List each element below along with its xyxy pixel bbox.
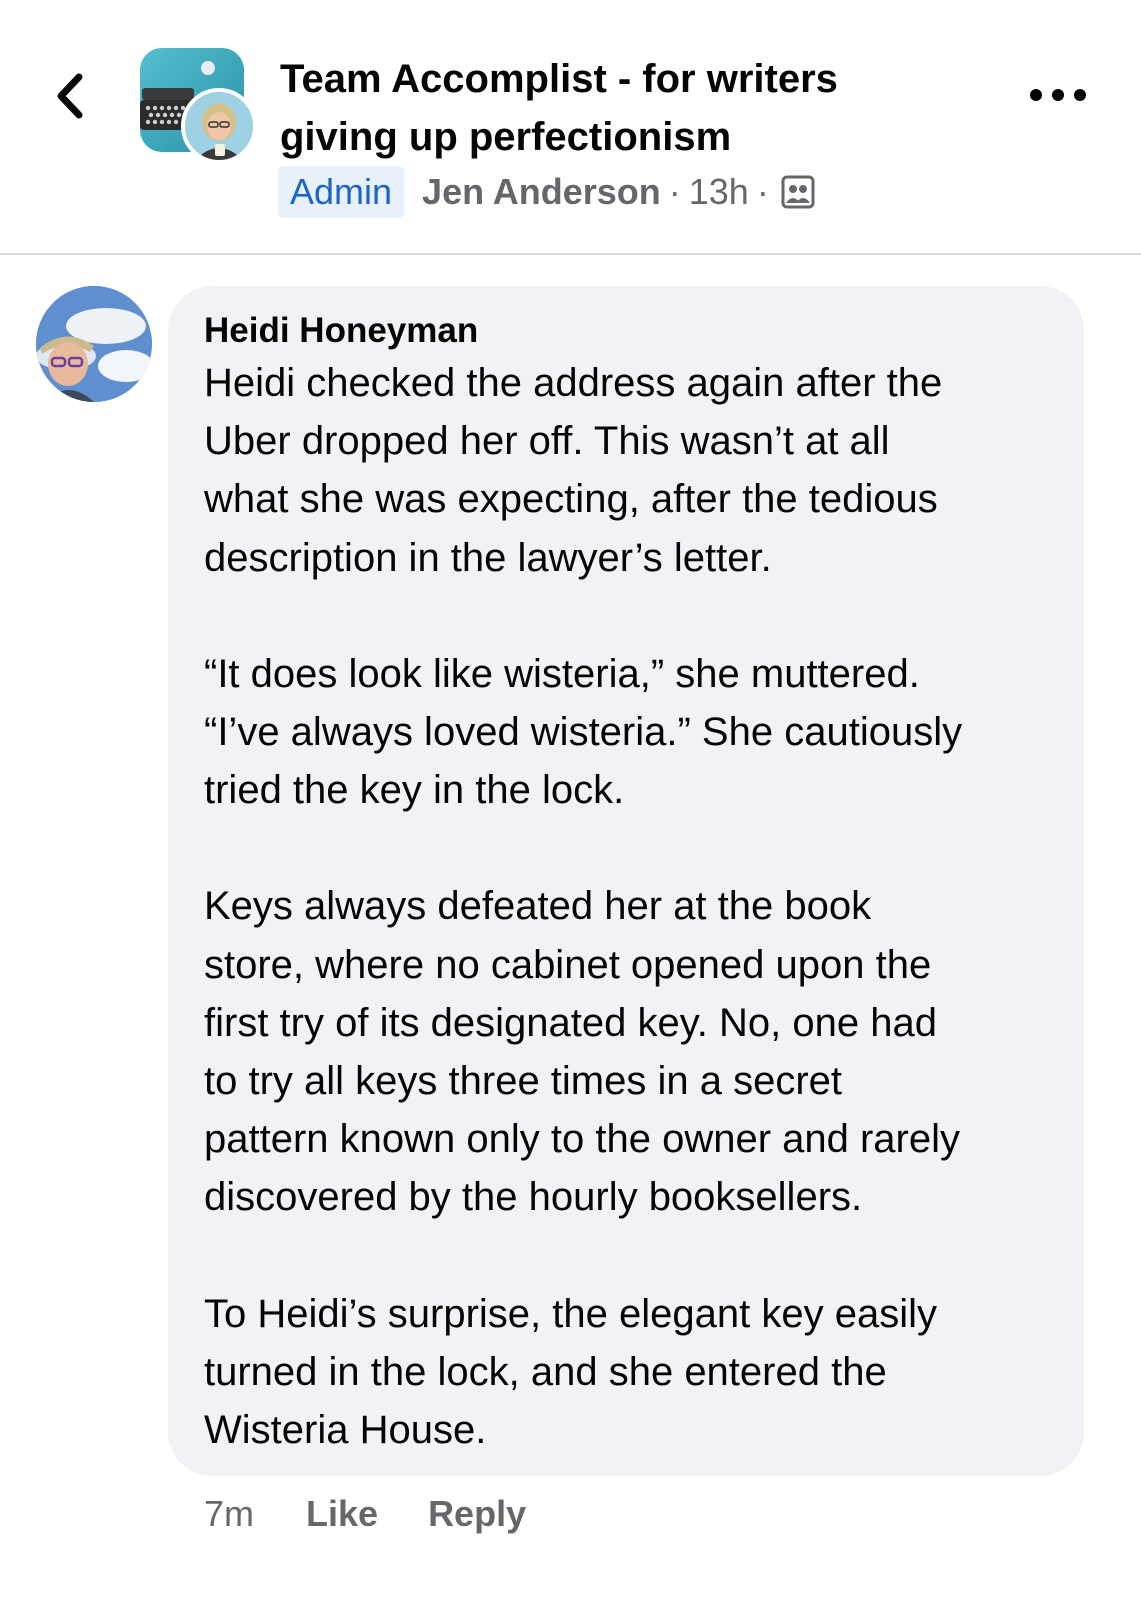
comment-paragraph: Heidi checked the address again after th… (204, 354, 1048, 587)
back-button[interactable] (46, 66, 94, 126)
comment-line: store, where no cabinet opened upon the (204, 942, 932, 987)
group-title-line: giving up perfectionism (280, 115, 732, 159)
post-time[interactable]: 13h (689, 171, 749, 213)
comment-line: Keys always defeated her at the book (204, 884, 872, 929)
group-icon (781, 175, 815, 209)
comment-line: to try all keys three times in a secret (204, 1059, 843, 1104)
reply-button[interactable]: Reply (428, 1493, 526, 1535)
comment-line: Wisteria House. (204, 1408, 487, 1453)
comment-time[interactable]: 7m (204, 1493, 254, 1535)
chevron-left-icon (57, 73, 83, 119)
comment-line: To Heidi’s surprise, the elegant key eas… (204, 1291, 937, 1336)
post-author[interactable]: Jen Anderson (422, 171, 661, 213)
commenter-name[interactable]: Heidi Honeyman (204, 308, 1048, 354)
paper-ball-image (201, 61, 215, 75)
admin-avatar[interactable] (181, 88, 257, 164)
comment-line: first try of its designated key. No, one… (204, 1000, 937, 1045)
separator-dot: · (668, 171, 681, 212)
post-header: Team Accomplist - for writers giving up … (0, 0, 1141, 258)
header-divider (0, 253, 1141, 255)
post-meta: Admin Jen Anderson · 13h · (278, 166, 815, 218)
more-dot (1074, 89, 1086, 101)
person-photo (185, 92, 253, 160)
more-options-button[interactable] (1030, 80, 1086, 110)
more-dot (1052, 89, 1064, 101)
comment-line: discovered by the hourly booksellers. (204, 1175, 863, 1220)
comment-paragraph: To Heidi’s surprise, the elegant key eas… (204, 1285, 1048, 1460)
comment-line: tried the key in the lock. (204, 768, 625, 813)
comment-line: pattern known only to the owner and rare… (204, 1117, 960, 1162)
comment-actions: 7m Like Reply (204, 1488, 526, 1540)
comment-line: Uber dropped her off. This wasn’t at all (204, 419, 890, 464)
group-title-line: Team Accomplist - for writers (280, 57, 838, 101)
comment-paragraph: “It does look like wisteria,” she mutter… (204, 645, 1048, 820)
comment-line: description in the lawyer’s letter. (204, 535, 772, 580)
comment-line: what she was expecting, after the tediou… (204, 477, 938, 522)
comment-bubble: Heidi Honeyman Heidi checked the address… (168, 286, 1084, 1476)
comment-line: Heidi checked the address again after th… (204, 361, 943, 405)
comment-line: “I’ve always loved wisteria.” She cautio… (204, 710, 963, 755)
commenter-avatar[interactable] (36, 286, 152, 402)
comment-paragraph: Keys always defeated her at the book sto… (204, 877, 1048, 1226)
comment-line: turned in the lock, and she entered the (204, 1349, 887, 1394)
admin-badge: Admin (278, 166, 405, 218)
more-horizontal-icon (1030, 89, 1042, 101)
separator-dot: · (756, 171, 769, 212)
comment-line: “It does look like wisteria,” she mutter… (204, 651, 920, 696)
commenter-photo (36, 286, 152, 402)
like-button[interactable]: Like (306, 1493, 378, 1535)
group-title[interactable]: Team Accomplist - for writers giving up … (280, 50, 1000, 166)
